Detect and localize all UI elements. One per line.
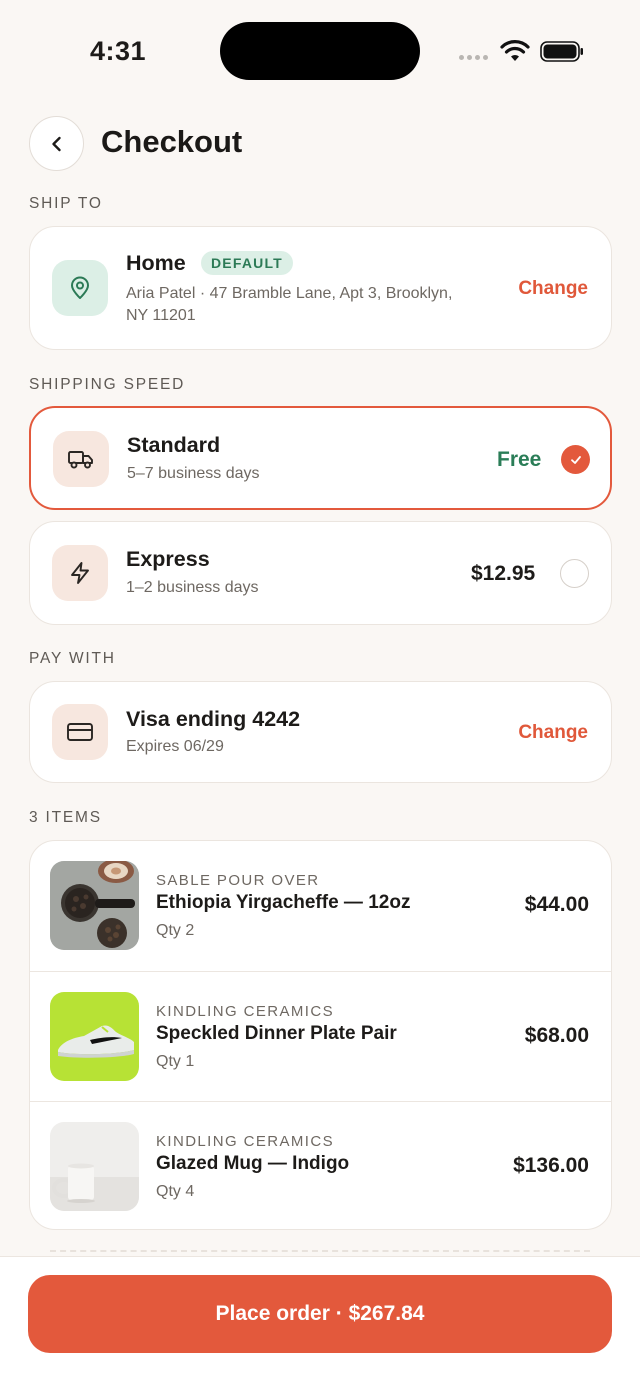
product-image-sneaker [50, 992, 139, 1081]
list-item[interactable]: KINDLING CERAMICS Speckled Dinner Plate … [30, 971, 611, 1101]
place-order-button[interactable]: Place order · $267.84 [28, 1275, 612, 1353]
change-address-button[interactable]: Change [518, 278, 588, 300]
address-line-1: Aria Patel · 47 Bramble Lane, Apt 3, Bro… [126, 285, 453, 302]
shipping-express-eta: 1–2 business days [126, 579, 259, 596]
status-bar: 4:31 [0, 0, 640, 100]
shipping-standard-price: Free [497, 448, 542, 471]
shipping-standard-eta: 5–7 business days [127, 465, 260, 482]
item-brand: KINDLING CERAMICS [156, 1133, 334, 1150]
bottom-bar: Place order · $267.84 [0, 1256, 640, 1391]
list-item[interactable]: KINDLING CERAMICS Glazed Mug — Indigo Qt… [30, 1101, 611, 1229]
dynamic-island [220, 22, 420, 80]
item-brand: SABLE POUR OVER [156, 872, 320, 889]
default-badge: DEFAULT [201, 251, 293, 275]
items-count-label: 3 ITEMS [29, 809, 102, 826]
address-line-2: NY 11201 [126, 307, 196, 324]
shipping-express-name: Express [126, 547, 210, 571]
page-title: Checkout [101, 124, 243, 159]
back-button[interactable] [29, 116, 84, 171]
list-item[interactable]: SABLE POUR OVER Ethiopia Yirgacheffe — 1… [30, 841, 611, 971]
item-name: Glazed Mug — Indigo [156, 1153, 350, 1174]
credit-card-icon [52, 704, 108, 760]
item-name: Ethiopia Yirgacheffe — 12oz [156, 892, 411, 913]
item-price: $44.00 [524, 893, 589, 916]
item-qty: Qty 4 [156, 1183, 195, 1200]
item-qty: Qty 2 [156, 922, 195, 939]
shipping-option-standard[interactable]: Standard 5–7 business days Free [29, 406, 612, 510]
shipping-speed-label: SHIPPING SPEED [29, 376, 186, 393]
battery-icon [540, 41, 583, 62]
items-card: SABLE POUR OVER Ethiopia Yirgacheffe — 1… [29, 840, 612, 1230]
shipping-express-price: $12.95 [471, 562, 536, 585]
item-name: Speckled Dinner Plate Pair [156, 1023, 397, 1044]
address-name: Home [126, 251, 186, 275]
shipping-option-express[interactable]: Express 1–2 business days $12.95 [29, 521, 612, 625]
chevron-left-icon [51, 136, 61, 151]
item-price: $68.00 [524, 1024, 589, 1047]
ship-to-label: SHIP TO [29, 195, 103, 212]
divider [50, 1250, 590, 1252]
check-icon [570, 455, 581, 464]
item-qty: Qty 1 [156, 1053, 195, 1070]
payment-method: Visa ending 4242 [126, 707, 301, 731]
lightning-icon [52, 545, 108, 601]
truck-icon [53, 431, 109, 487]
place-order-label: Place order · $267.84 [215, 1302, 425, 1325]
radio-unselected[interactable] [560, 559, 589, 588]
product-image-mug [50, 1122, 139, 1211]
wifi-icon [500, 40, 530, 61]
signal-icon [459, 55, 488, 60]
ship-to-card[interactable]: Home DEFAULT Aria Patel · 47 Bramble Lan… [29, 226, 612, 350]
payment-card[interactable]: Visa ending 4242 Expires 06/29 Change [29, 681, 612, 783]
item-price: $136.00 [513, 1154, 589, 1177]
radio-selected[interactable] [561, 445, 590, 474]
product-image-coffee [50, 861, 139, 950]
payment-expiry: Expires 06/29 [126, 738, 224, 755]
change-payment-button[interactable]: Change [518, 722, 588, 744]
pay-with-label: PAY WITH [29, 650, 116, 667]
status-time: 4:31 [90, 36, 147, 66]
shipping-standard-name: Standard [127, 433, 221, 457]
location-pin-icon [52, 260, 108, 316]
item-brand: KINDLING CERAMICS [156, 1003, 334, 1020]
